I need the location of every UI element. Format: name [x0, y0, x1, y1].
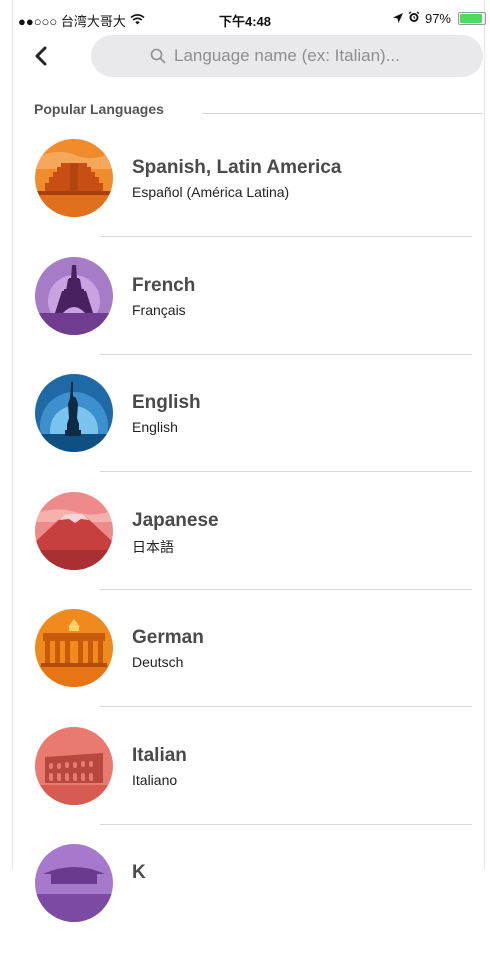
- language-item-japanese[interactable]: Japanese 日本語: [0, 491, 490, 610]
- pyramid-icon: [35, 139, 113, 217]
- search-icon: [150, 48, 166, 64]
- eiffel-tower-icon: [35, 256, 113, 335]
- language-name: English: [132, 392, 201, 413]
- back-button[interactable]: [30, 44, 54, 68]
- language-native-name: Français: [132, 301, 186, 318]
- language-name: French: [132, 274, 196, 296]
- brandenburg-gate-icon: [35, 609, 113, 687]
- alarm-clock-icon: [408, 11, 420, 26]
- language-name: K: [132, 862, 146, 883]
- language-item-spanish[interactable]: Spanish, Latin America Español (América …: [0, 139, 490, 257]
- language-name: Spanish, Latin America: [132, 157, 342, 178]
- section-divider: [202, 113, 483, 114]
- language-native-name: 日本語: [132, 538, 174, 555]
- language-native-name: English: [132, 419, 178, 435]
- chevron-left-icon: [35, 46, 47, 66]
- statue-of-liberty-icon: [35, 374, 113, 452]
- battery-percent: 97%: [424, 11, 451, 26]
- language-name: Italian: [132, 744, 187, 766]
- status-bar: ●●○○○ 台湾大哥大 下午4:48 97%: [0, 0, 490, 36]
- language-item-german[interactable]: German Deutsch: [0, 609, 490, 727]
- language-list: Spanish, Latin America Español (América …: [0, 139, 490, 962]
- language-item-italian[interactable]: Italian Italiano: [0, 726, 490, 845]
- search-bar[interactable]: [91, 35, 483, 77]
- language-item-french[interactable]: French Français: [0, 256, 490, 375]
- battery-icon: [458, 12, 486, 25]
- palace-icon: [35, 844, 113, 922]
- row-divider: [100, 823, 472, 825]
- language-name: German: [132, 627, 204, 648]
- mount-fuji-icon: [35, 491, 113, 570]
- row-divider: [100, 706, 472, 707]
- status-right-group: 97%: [392, 11, 486, 26]
- row-divider: [100, 588, 472, 590]
- alphabet-index[interactable]: [484, 300, 490, 660]
- colosseum-icon: [35, 726, 113, 805]
- row-divider: [100, 471, 472, 472]
- language-native-name: Español (América Latina): [132, 184, 290, 200]
- language-item-english[interactable]: English English: [0, 374, 490, 492]
- location-arrow-icon: [392, 11, 403, 26]
- language-native-name: Italiano: [132, 771, 178, 788]
- search-input[interactable]: [174, 46, 424, 66]
- language-native-name: Deutsch: [132, 654, 184, 670]
- row-divider: [100, 353, 472, 355]
- language-item-korean[interactable]: K: [0, 844, 490, 962]
- row-divider: [100, 236, 472, 237]
- section-title: Popular Languages: [34, 101, 164, 117]
- language-name: Japanese: [132, 509, 219, 531]
